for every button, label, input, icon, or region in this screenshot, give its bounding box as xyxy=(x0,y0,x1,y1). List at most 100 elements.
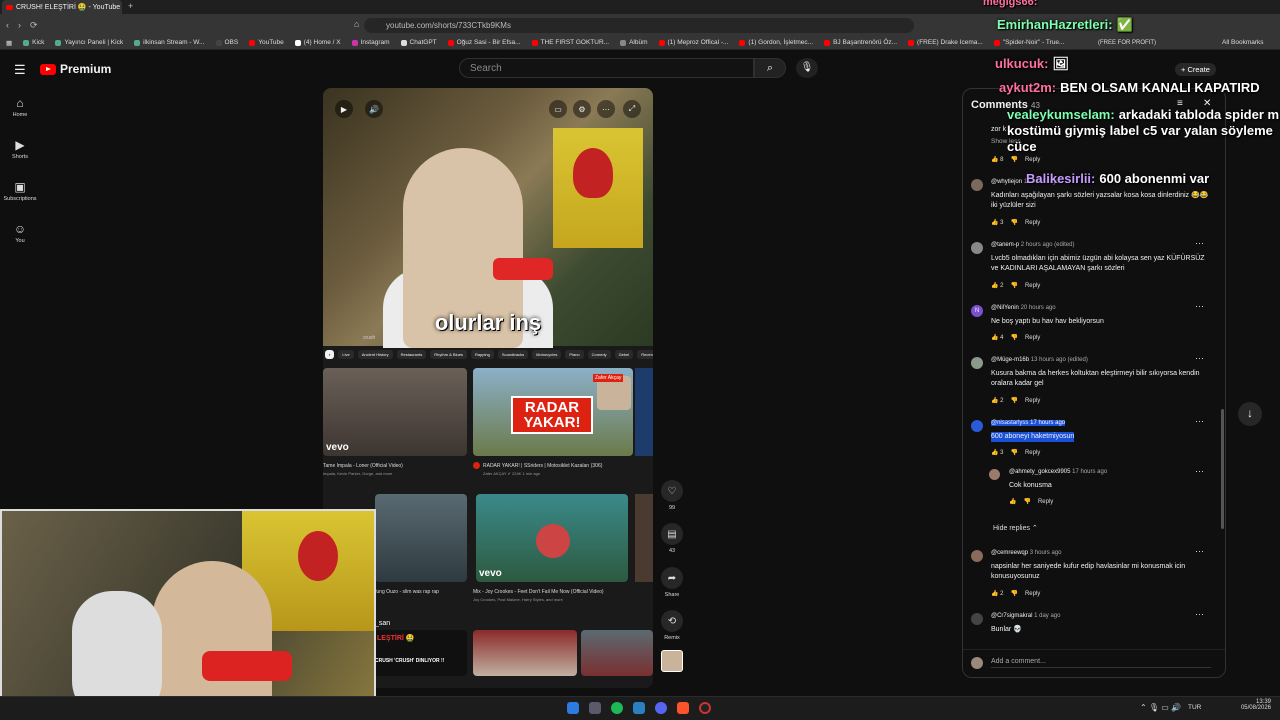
video-title[interactable]: CRUSH 'CRUSH' DİNLİYOR !! xyxy=(375,658,467,664)
thumbs-down-icon[interactable]: 👎 xyxy=(1010,219,1017,226)
thumbs-down-icon[interactable]: 👎 xyxy=(1010,156,1017,163)
all-bookmarks[interactable]: All Bookmarks xyxy=(1222,39,1264,46)
comment-author[interactable]: @tanem-p 2 hours ago (edited) xyxy=(991,242,1074,248)
new-tab-icon[interactable]: + xyxy=(128,1,133,11)
sidebar-item-you[interactable]: ☺ You xyxy=(0,222,40,244)
reload-icon[interactable]: ⟳ xyxy=(30,20,38,31)
bookmark-item[interactable]: OBS xyxy=(215,39,238,46)
chip[interactable]: Motorcycles xyxy=(532,349,562,359)
bookmark-item[interactable]: THE FIRST GOKTUR... xyxy=(531,39,609,46)
search-button[interactable]: ⌕ xyxy=(754,58,786,78)
voice-search-button[interactable]: 🎙 xyxy=(796,58,818,78)
avatar[interactable] xyxy=(971,613,983,625)
scrollbar[interactable] xyxy=(1221,409,1224,529)
apps-icon[interactable]: ▦ xyxy=(6,39,12,47)
bookmark-item[interactable]: "Spider-Noir" - True... xyxy=(993,39,1064,46)
avatar[interactable] xyxy=(971,357,983,369)
obs-icon[interactable] xyxy=(699,702,711,714)
start-icon[interactable] xyxy=(567,702,579,714)
bookmark-item[interactable]: ilkinsan Stream - W... xyxy=(134,39,205,46)
hide-replies-button[interactable]: Hide replies ⌃ xyxy=(993,524,1038,532)
video-frame[interactable]: ▶ 🔊 ▭ ⚙ ⋯ ⤢ olurlar inş xyxy=(323,88,653,348)
bookmark-item[interactable]: Oğuz Sasi - Bir Efsa... xyxy=(447,39,521,46)
fullscreen-icon[interactable]: ⤢ xyxy=(623,100,641,118)
thumbs-up-icon[interactable]: 👍 3 xyxy=(991,219,1003,226)
avatar[interactable] xyxy=(971,420,983,432)
thumbs-down-icon[interactable]: 👎 xyxy=(1010,282,1017,289)
more-actions-icon[interactable]: ⋯ xyxy=(1195,416,1204,427)
avatar[interactable] xyxy=(971,242,983,254)
chip[interactable]: Soundtracks xyxy=(497,349,529,359)
bookmark-item[interactable]: (FREE) Drake Icema... xyxy=(908,39,983,46)
sidebar-item-home[interactable]: ⌂ Home xyxy=(0,96,40,118)
chip[interactable]: Rapping xyxy=(470,349,494,359)
reply-button[interactable]: Reply xyxy=(1025,450,1040,456)
sidebar-item-subscriptions[interactable]: ▣ Subscriptions xyxy=(0,180,40,202)
brave-icon[interactable] xyxy=(677,702,689,714)
chip[interactable]: Live xyxy=(338,349,354,359)
language-indicator[interactable]: TUR xyxy=(1188,704,1201,711)
add-comment-input[interactable]: Add a comment... xyxy=(991,658,1211,668)
like-button[interactable]: ♡ 99 xyxy=(660,480,684,511)
chip[interactable]: Gebel xyxy=(614,349,634,359)
chip[interactable]: Piano xyxy=(565,349,584,359)
bookmark-item[interactable]: Albüm xyxy=(620,39,648,46)
video-title[interactable]: Mix - Joy Crookes - Feet Don't Fail Me N… xyxy=(473,589,628,595)
comment-author[interactable]: @ahmety_gokcex9905 17 hours ago xyxy=(1009,469,1107,475)
back-icon[interactable]: ‹ xyxy=(6,20,9,30)
discord-icon[interactable] xyxy=(655,702,667,714)
comment-author[interactable]: @Cr7sigmakral 1 day ago xyxy=(991,613,1060,619)
bookmark-item[interactable]: Yayıncı Paneli | Kick xyxy=(55,39,123,46)
chip[interactable]: Ancient History xyxy=(357,349,393,359)
avatar[interactable]: N xyxy=(971,305,983,317)
video-thumbnail[interactable]: vevo xyxy=(323,368,467,456)
more-actions-icon[interactable]: ⋯ xyxy=(1195,546,1204,557)
thumbs-down-icon[interactable]: 👎 xyxy=(1010,334,1017,341)
sound-thumbnail[interactable] xyxy=(661,650,683,672)
task-view-icon[interactable] xyxy=(589,702,601,714)
play-icon[interactable]: ▶ xyxy=(335,100,353,118)
thumbs-up-icon[interactable]: 👍 3 xyxy=(991,449,1003,456)
video-thumbnail[interactable] xyxy=(473,630,577,676)
thumbs-down-icon[interactable]: 👎 xyxy=(1010,449,1017,456)
scroll-down-button[interactable]: ↓ xyxy=(1238,402,1262,426)
comment-author[interactable]: @cemreewqp 3 hours ago xyxy=(991,550,1061,556)
thumbs-up-icon[interactable]: 👍 xyxy=(1009,498,1016,505)
video-thumbnail[interactable] xyxy=(375,494,467,582)
avatar[interactable] xyxy=(971,550,983,562)
avatar[interactable] xyxy=(989,469,1000,480)
reply-button[interactable]: Reply xyxy=(1025,157,1040,163)
video-thumbnail[interactable]: vevo xyxy=(476,494,628,582)
comment-author[interactable]: @Müge-m16b 13 hours ago (edited) xyxy=(991,357,1088,363)
more-icon[interactable]: ⋯ xyxy=(597,100,615,118)
more-actions-icon[interactable]: ⋯ xyxy=(1195,353,1204,364)
chip[interactable]: Recently upl xyxy=(637,349,653,359)
thumbs-down-icon[interactable]: 👎 xyxy=(1010,397,1017,404)
video-thumbnail[interactable] xyxy=(635,368,653,456)
comment-author[interactable]: @NilYenin 20 hours ago xyxy=(991,305,1056,311)
thumbs-up-icon[interactable]: 👍 4 xyxy=(991,334,1003,341)
bookmark-item[interactable]: (4) Home / X xyxy=(294,39,341,46)
more-actions-icon[interactable]: ⋯ xyxy=(1195,609,1204,620)
reply-button[interactable]: Reply xyxy=(1038,499,1053,505)
bookmark-item[interactable]: Kick xyxy=(23,39,44,46)
bookmark-item[interactable]: Instagram xyxy=(351,39,390,46)
video-thumbnail[interactable] xyxy=(581,630,653,676)
menu-icon[interactable]: ☰ xyxy=(14,62,26,78)
reply-button[interactable]: Reply xyxy=(1025,591,1040,597)
comments-button[interactable]: ▤ 43 xyxy=(660,523,684,554)
thumbs-up-icon[interactable]: 👍 2 xyxy=(991,397,1003,404)
sidebar-item-shorts[interactable]: ▶ Shorts xyxy=(0,138,40,160)
comment-author[interactable]: @nisastarlyss 17 hours ago xyxy=(991,420,1066,426)
create-button[interactable]: + Create xyxy=(1175,63,1216,76)
more-actions-icon[interactable]: ⋯ xyxy=(1195,466,1204,477)
video-thumbnail[interactable]: LEŞTİRİ 🤮 xyxy=(375,630,467,676)
tray-icons[interactable]: ⌃ 🎙 ▭ 🔊 xyxy=(1140,703,1181,712)
settings-icon[interactable]: ⚙ xyxy=(573,100,591,118)
volume-icon[interactable]: 🔊 xyxy=(365,100,383,118)
browser-tab[interactable]: CRUSH! ELEŞTİRİ 🤮 - YouTube ✕ xyxy=(2,0,122,14)
thumbs-up-icon[interactable]: 👍 2 xyxy=(991,282,1003,289)
thumbs-up-icon[interactable]: 👍 8 xyxy=(991,156,1003,163)
bookmark-item[interactable]: YouTube xyxy=(249,39,284,46)
bookmark-item[interactable]: ChatGPT xyxy=(400,39,437,46)
